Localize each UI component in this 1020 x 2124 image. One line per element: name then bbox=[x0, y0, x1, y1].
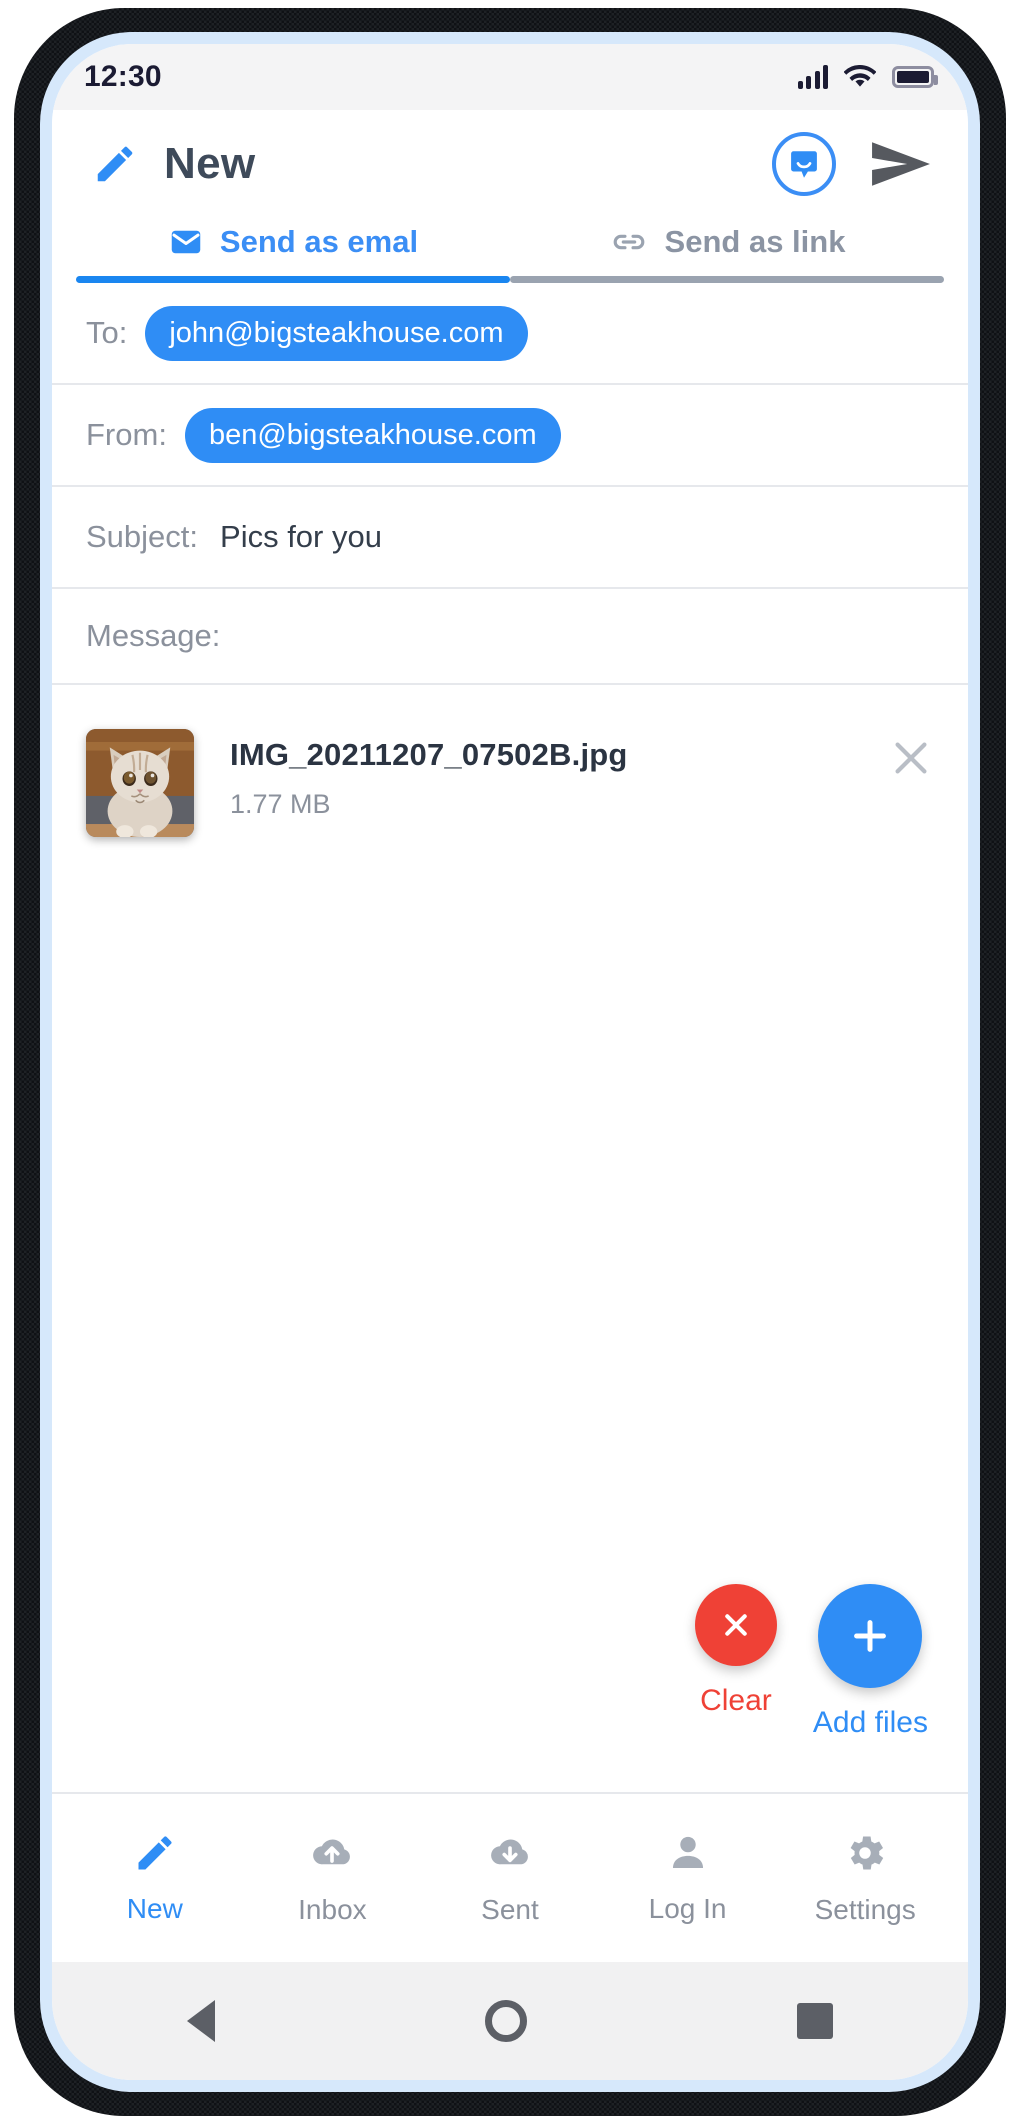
tab-bar: Send as emal Send as link bbox=[52, 218, 968, 283]
field-row-message[interactable]: Message: bbox=[52, 589, 968, 685]
screenshot-root: 12:30 New Send as emal Send as link To: … bbox=[0, 0, 1020, 2124]
recents-button[interactable] bbox=[797, 2003, 833, 2039]
remove-attachment-button[interactable] bbox=[888, 729, 934, 786]
plus-icon bbox=[854, 1620, 887, 1652]
clear-fab[interactable] bbox=[694, 1584, 777, 1666]
cloud-upload-icon bbox=[313, 1839, 351, 1865]
add-files-label: Add files bbox=[812, 1706, 928, 1739]
attachment-meta: IMG_20211207_07502B.jpg 1.77 MB bbox=[230, 729, 628, 820]
message-label: Message: bbox=[86, 618, 221, 653]
system-navigation-bar bbox=[52, 1962, 968, 2080]
compose-fields: To: john@bigsteakhouse.com From: ben@big… bbox=[52, 283, 968, 685]
send-icon[interactable] bbox=[870, 139, 932, 189]
add-files-fab[interactable] bbox=[818, 1584, 923, 1688]
nav-item-sent[interactable]: Sent bbox=[421, 1830, 599, 1926]
nav-label: Sent bbox=[481, 1894, 539, 1925]
nav-item-new[interactable]: New bbox=[66, 1831, 244, 1925]
sender-chip[interactable]: ben@bigsteakhouse.com bbox=[184, 407, 561, 463]
bottom-navigation: New Inbox Sent Log In Settings bbox=[52, 1792, 968, 1962]
nav-item-login[interactable]: Log In bbox=[599, 1831, 777, 1925]
status-bar: 12:30 bbox=[52, 44, 968, 110]
tab-send-as-email[interactable]: Send as emal bbox=[76, 218, 510, 283]
close-icon bbox=[895, 742, 927, 774]
status-time: 12:30 bbox=[84, 60, 162, 93]
tab-send-as-link[interactable]: Send as link bbox=[510, 218, 944, 283]
pencil-icon[interactable] bbox=[92, 141, 138, 187]
nav-item-inbox[interactable]: Inbox bbox=[244, 1830, 422, 1926]
field-row-subject[interactable]: Subject: Pics for you bbox=[52, 487, 968, 589]
tab-label: Send as link bbox=[664, 224, 846, 259]
add-files-button[interactable]: Add files bbox=[813, 1584, 928, 1740]
clear-label: Clear bbox=[700, 1684, 772, 1717]
attachment-filename: IMG_20211207_07502B.jpg bbox=[230, 737, 628, 772]
action-buttons: Clear Add files bbox=[694, 1584, 928, 1740]
from-label: From: bbox=[86, 417, 167, 452]
person-icon bbox=[672, 1836, 703, 1869]
battery-icon bbox=[892, 66, 938, 88]
status-icons bbox=[797, 65, 938, 89]
close-icon bbox=[725, 1614, 747, 1636]
nav-label: Log In bbox=[648, 1893, 727, 1924]
signal-bars-icon bbox=[797, 65, 828, 89]
phone-screen: 12:30 New Send as emal Send as link To: … bbox=[52, 44, 968, 2080]
nav-label: Settings bbox=[814, 1894, 916, 1925]
subject-label: Subject: bbox=[86, 519, 199, 554]
chat-bubble-icon[interactable] bbox=[772, 132, 836, 196]
cloud-download-icon bbox=[491, 1839, 528, 1865]
app-bar: New bbox=[52, 110, 968, 218]
nav-label: New bbox=[126, 1893, 183, 1924]
gear-icon bbox=[850, 1836, 884, 1870]
recipient-chip[interactable]: john@bigsteakhouse.com bbox=[145, 305, 528, 361]
wifi-icon bbox=[844, 65, 876, 87]
attachment-area: IMG_20211207_07502B.jpg 1.77 MB Clear Ad… bbox=[52, 685, 968, 1792]
nav-item-settings[interactable]: Settings bbox=[776, 1830, 954, 1926]
to-label: To: bbox=[86, 315, 128, 350]
field-row-to[interactable]: To: john@bigsteakhouse.com bbox=[52, 283, 968, 385]
attachment-item[interactable]: IMG_20211207_07502B.jpg 1.77 MB bbox=[86, 729, 934, 837]
link-icon bbox=[613, 234, 644, 250]
field-row-from[interactable]: From: ben@bigsteakhouse.com bbox=[52, 385, 968, 487]
tab-label: Send as emal bbox=[219, 224, 419, 259]
home-button[interactable] bbox=[485, 2000, 527, 2042]
back-button[interactable] bbox=[187, 2000, 215, 2042]
clear-button[interactable]: Clear bbox=[694, 1584, 777, 1718]
envelope-icon bbox=[171, 230, 201, 254]
kitten-photo bbox=[86, 729, 194, 837]
nav-label: Inbox bbox=[298, 1894, 367, 1925]
tab-inactive-indicator bbox=[510, 276, 944, 283]
attachment-thumbnail[interactable] bbox=[86, 729, 194, 837]
tab-active-indicator bbox=[76, 276, 510, 283]
subject-input[interactable]: Pics for you bbox=[220, 519, 382, 555]
pencil-icon bbox=[138, 1836, 172, 1870]
app-bar-actions bbox=[772, 132, 932, 196]
attachment-filesize: 1.77 MB bbox=[230, 789, 331, 819]
page-title: New bbox=[164, 139, 256, 188]
